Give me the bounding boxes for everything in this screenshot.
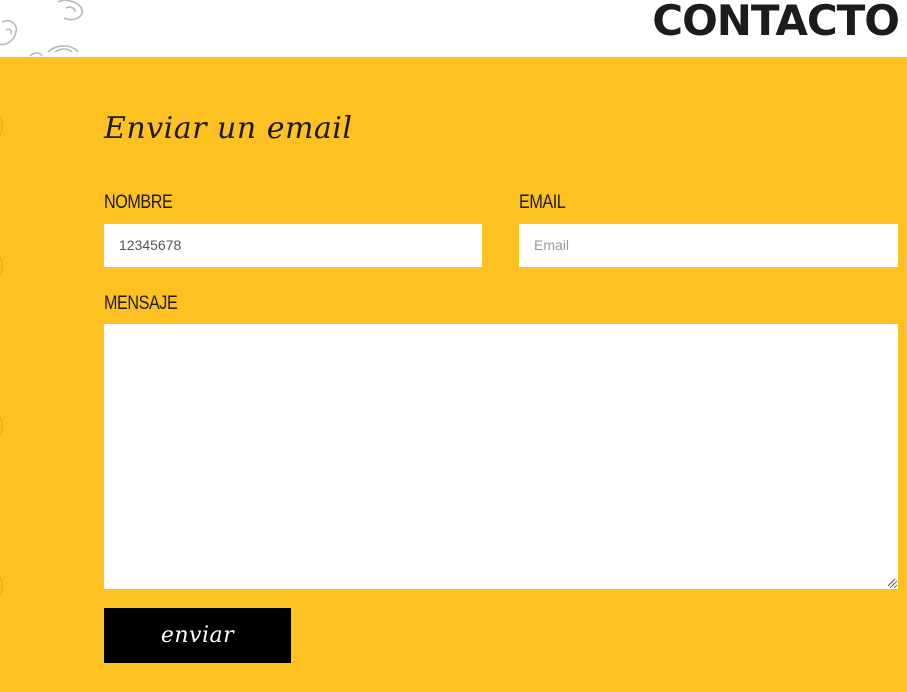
email-label: EMAIL — [519, 192, 566, 213]
decorative-pattern-icon — [0, 0, 83, 57]
nombre-input[interactable] — [104, 224, 482, 267]
contact-page: CONTACTO Enviar un email NOMBRE EMAIL ME… — [0, 0, 907, 692]
submit-button[interactable]: enviar — [104, 608, 291, 663]
decorative-edge-icon — [0, 116, 3, 596]
mensaje-textarea[interactable] — [104, 324, 898, 589]
nombre-label: NOMBRE — [104, 192, 173, 213]
email-input[interactable] — [519, 224, 898, 267]
form-heading: Enviar un email — [104, 111, 353, 146]
mensaje-label: MENSAJE — [104, 293, 178, 314]
contact-form-section: Enviar un email NOMBRE EMAIL MENSAJE env… — [0, 57, 907, 692]
header-bar: CONTACTO — [0, 0, 907, 57]
resize-handle-icon[interactable] — [886, 577, 896, 587]
page-title: CONTACTO — [652, 0, 900, 45]
